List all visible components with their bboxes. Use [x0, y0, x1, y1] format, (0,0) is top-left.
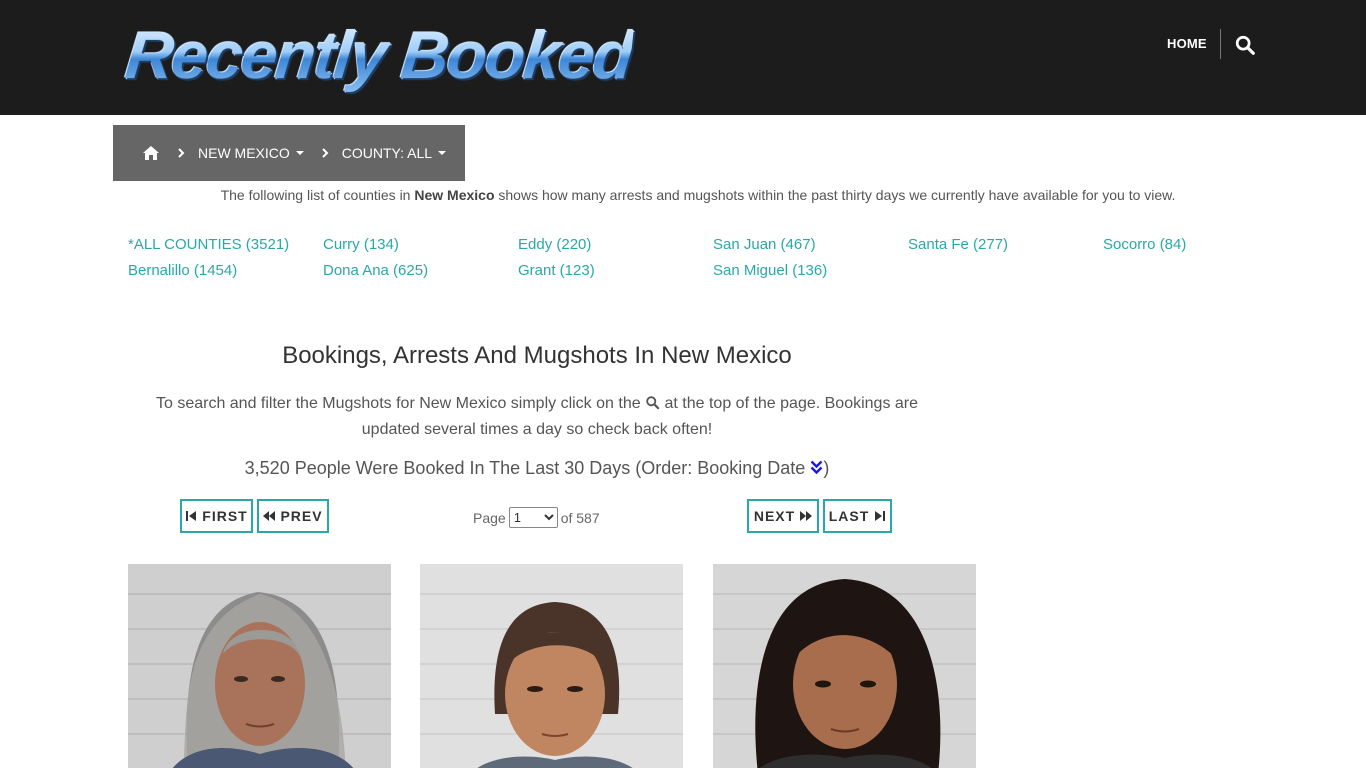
- chevron-right-icon: [178, 148, 185, 158]
- last-page-button[interactable]: LAST: [823, 499, 892, 533]
- county-link-santa-fe[interactable]: Santa Fe (277): [908, 236, 1008, 253]
- intro-after: shows how many arrests and mugshots with…: [494, 187, 1176, 203]
- nav-divider: [1220, 29, 1221, 59]
- prev-label: PREV: [280, 508, 323, 524]
- caret-down-icon: [295, 151, 304, 155]
- nav-home-link[interactable]: HOME: [1167, 36, 1207, 51]
- mugshot-photo[interactable]: [713, 564, 976, 768]
- breadcrumb: NEW MEXICO COUNTY: ALL: [113, 125, 465, 181]
- intro-before: The following list of counties in: [220, 187, 415, 203]
- breadcrumb-county-label: COUNTY: ALL: [341, 145, 433, 161]
- forward-icon: [800, 511, 813, 521]
- last-label: LAST: [828, 508, 870, 524]
- county-link-san-miguel[interactable]: San Miguel (136): [713, 262, 827, 279]
- skip-end-icon: [875, 511, 886, 521]
- chevron-right-icon: [322, 148, 329, 158]
- logo-text: Recently Booked: [122, 18, 636, 92]
- intro-text: The following list of counties in New Me…: [128, 186, 1268, 204]
- page-selector: Page 1 of 587: [473, 507, 600, 528]
- breadcrumb-state-dropdown[interactable]: NEW MEXICO: [198, 145, 304, 161]
- site-logo[interactable]: Recently Booked: [122, 18, 635, 93]
- county-link-curry[interactable]: Curry (134): [323, 236, 399, 253]
- county-link-san-juan[interactable]: San Juan (467): [713, 236, 816, 253]
- county-link-bernalillo[interactable]: Bernalillo (1454): [128, 262, 237, 279]
- page-label: Page: [473, 509, 506, 526]
- booking-count-line: 3,520 People Were Booked In The Last 30 …: [128, 458, 946, 479]
- first-page-button[interactable]: FIRST: [180, 499, 253, 533]
- site-header: Recently Booked HOME: [0, 0, 1366, 115]
- desc-before: To search and filter the Mugshots for Ne…: [155, 395, 646, 412]
- mugshot-photo[interactable]: [128, 564, 391, 768]
- next-page-button[interactable]: NEXT: [747, 499, 819, 533]
- breadcrumb-county-dropdown[interactable]: COUNTY: ALL: [341, 145, 447, 161]
- page-title: Bookings, Arrests And Mugshots In New Me…: [282, 342, 792, 369]
- breadcrumb-state-label: NEW MEXICO: [198, 145, 290, 161]
- booking-count-text: 3,520 People Were Booked In The Last 30 …: [244, 458, 811, 478]
- mugshot-image: [128, 564, 391, 768]
- search-icon[interactable]: [1234, 34, 1256, 56]
- home-icon[interactable]: [142, 145, 160, 161]
- search-instructions: To search and filter the Mugshots for Ne…: [128, 391, 946, 443]
- county-link-socorro[interactable]: Socorro (84): [1103, 236, 1186, 253]
- sort-order-icon[interactable]: [810, 460, 823, 475]
- mugshot-image: [713, 564, 976, 768]
- search-icon: [646, 396, 660, 410]
- county-link-eddy[interactable]: Eddy (220): [518, 236, 591, 253]
- mugshot-image: [420, 564, 683, 768]
- prev-page-button[interactable]: PREV: [257, 499, 329, 533]
- county-link-grant[interactable]: Grant (123): [518, 262, 595, 279]
- next-label: NEXT: [753, 508, 796, 524]
- skip-start-icon: [186, 511, 197, 521]
- intro-state: New Mexico: [414, 187, 495, 203]
- county-link-dona-ana[interactable]: Dona Ana (625): [323, 262, 428, 279]
- page-total: of 587: [560, 509, 600, 526]
- first-label: FIRST: [202, 508, 248, 524]
- mugshot-photo[interactable]: [420, 564, 683, 768]
- backward-icon: [263, 511, 276, 521]
- county-link-all[interactable]: *ALL COUNTIES (3521): [128, 236, 289, 253]
- page-select[interactable]: 1: [508, 507, 558, 528]
- caret-down-icon: [438, 151, 447, 155]
- booking-count-close: ): [823, 458, 830, 478]
